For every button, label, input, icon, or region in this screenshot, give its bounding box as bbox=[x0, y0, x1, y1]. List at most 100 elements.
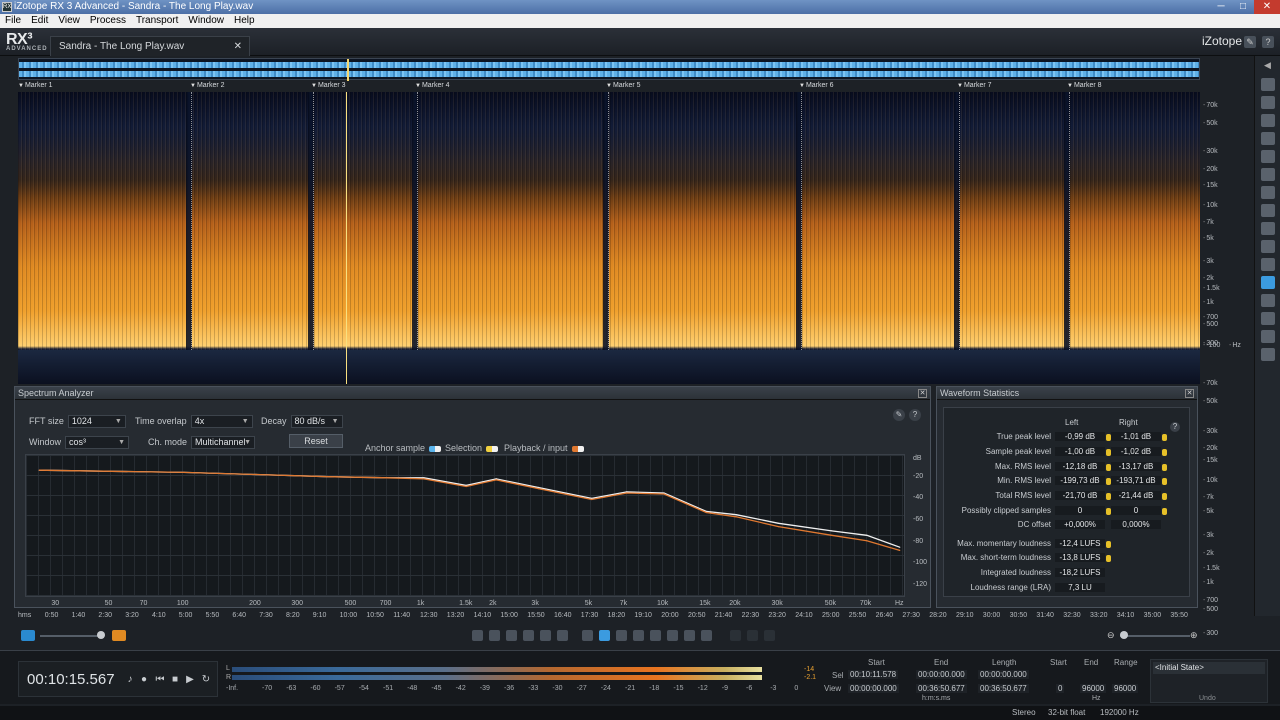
freq-range-value[interactable]: 96000 bbox=[1112, 684, 1139, 693]
waveform-statistics-close-icon[interactable]: ✕ bbox=[1185, 389, 1194, 398]
headphones-icon[interactable] bbox=[1260, 240, 1275, 253]
overview-playhead[interactable] bbox=[347, 59, 349, 81]
zoom-in-icon[interactable] bbox=[472, 630, 483, 641]
statistics-icon[interactable] bbox=[1260, 294, 1275, 307]
horizontal-zoom-handle[interactable] bbox=[1120, 631, 1128, 639]
flag-icon[interactable] bbox=[1162, 493, 1167, 500]
zoom-time-icon[interactable] bbox=[523, 630, 534, 641]
time-select-icon[interactable] bbox=[582, 630, 593, 641]
time-frequency-select-icon[interactable] bbox=[599, 630, 610, 641]
spectrum-analyzer-icon[interactable] bbox=[1260, 276, 1275, 289]
marker-8[interactable]: Marker 8 bbox=[1067, 82, 1102, 89]
lasso-icon[interactable] bbox=[633, 630, 644, 641]
marker-5[interactable]: Marker 5 bbox=[606, 82, 641, 89]
layout-icon[interactable] bbox=[1260, 312, 1275, 325]
magic-wand-icon[interactable] bbox=[667, 630, 678, 641]
play-button[interactable]: ▶ bbox=[185, 675, 195, 685]
freq-end-value[interactable]: 96000 bbox=[1080, 684, 1107, 693]
menu-help[interactable]: Help bbox=[229, 14, 260, 28]
flag-icon[interactable] bbox=[1162, 464, 1167, 471]
settings-wrench-icon[interactable]: ✎ bbox=[1244, 36, 1256, 48]
collapse-arrow-icon[interactable]: ◀ bbox=[1261, 60, 1275, 73]
flag-icon[interactable] bbox=[1106, 541, 1111, 548]
reset-button[interactable]: Reset bbox=[289, 434, 343, 448]
file-tab[interactable]: Sandra - The Long Play.wav ✕ bbox=[50, 36, 250, 56]
waveform-overview[interactable] bbox=[18, 58, 1200, 81]
help-icon[interactable]: ? bbox=[909, 409, 921, 421]
menu-window[interactable]: Window bbox=[183, 14, 229, 28]
go-to-start-button[interactable]: ⏮ bbox=[155, 675, 165, 685]
time-overlap-select[interactable]: 4x ▼ bbox=[190, 415, 253, 428]
microphone-icon[interactable]: ♪ bbox=[125, 675, 135, 685]
zoom-out-magnifier-icon[interactable]: ⊖ bbox=[1107, 630, 1117, 640]
undo-initial-state[interactable]: <Initial State> bbox=[1153, 662, 1265, 674]
zoom-out-icon[interactable] bbox=[489, 630, 500, 641]
spectral-repair-icon[interactable] bbox=[1260, 204, 1275, 217]
frequency-select-icon[interactable] bbox=[616, 630, 627, 641]
menu-transport[interactable]: Transport bbox=[131, 14, 183, 28]
blend-slider-handle[interactable] bbox=[97, 631, 105, 639]
loop-button[interactable]: ↻ bbox=[201, 675, 211, 685]
record-button[interactable]: ● bbox=[139, 675, 149, 685]
settings-wrench-icon[interactable]: ✎ bbox=[893, 409, 905, 421]
flag-icon[interactable] bbox=[1162, 508, 1167, 515]
menu-edit[interactable]: Edit bbox=[26, 14, 53, 28]
marker-1[interactable]: Marker 1 bbox=[18, 82, 53, 89]
decay-select[interactable]: 80 dB/s ▼ bbox=[290, 415, 343, 428]
plugin-icon[interactable] bbox=[1260, 258, 1275, 271]
cleanup-tool-icon[interactable] bbox=[1260, 78, 1275, 91]
settings-icon[interactable] bbox=[1260, 348, 1275, 361]
help-icon[interactable]: ? bbox=[1170, 422, 1180, 432]
zoom-selection-icon[interactable] bbox=[506, 630, 517, 641]
eq-tool-icon[interactable] bbox=[1260, 168, 1275, 181]
view-start-value[interactable]: 00:00:00.000 bbox=[848, 684, 899, 693]
flag-icon[interactable] bbox=[1106, 555, 1111, 562]
declip-tool-icon[interactable] bbox=[1260, 132, 1275, 145]
minimize-button[interactable]: ─ bbox=[1210, 0, 1232, 14]
marker-7[interactable]: Marker 7 bbox=[957, 82, 992, 89]
window-select[interactable]: cos³ ▼ bbox=[65, 436, 130, 449]
batch-icon[interactable] bbox=[1260, 330, 1275, 343]
denoise-tool-icon[interactable] bbox=[1260, 96, 1275, 109]
zoom-fit-icon[interactable] bbox=[557, 630, 568, 641]
sel-end-value[interactable]: 00:00:00.000 bbox=[916, 670, 967, 679]
flag-icon[interactable] bbox=[1162, 434, 1167, 441]
zoom-in-magnifier-icon[interactable]: ⊕ bbox=[1190, 630, 1200, 640]
view-end-value[interactable]: 00:36:50.677 bbox=[916, 684, 967, 693]
help-icon[interactable]: ? bbox=[1262, 36, 1274, 48]
mixing-tool-icon[interactable] bbox=[1260, 222, 1275, 235]
playback-cursor[interactable] bbox=[346, 92, 347, 384]
maximize-button[interactable]: □ bbox=[1232, 0, 1254, 14]
hum-tool-icon[interactable] bbox=[1260, 150, 1275, 163]
menu-file[interactable]: File bbox=[0, 14, 26, 28]
zoom-tool-icon[interactable] bbox=[684, 630, 695, 641]
marker-2[interactable]: Marker 2 bbox=[190, 82, 225, 89]
spectrum-plot[interactable] bbox=[25, 454, 905, 597]
fft-size-select[interactable]: 1024 ▼ bbox=[67, 415, 126, 428]
declick-tool-icon[interactable] bbox=[1260, 114, 1275, 127]
stop-button[interactable]: ■ bbox=[170, 675, 180, 685]
marker-3[interactable]: Marker 3 bbox=[311, 82, 346, 89]
channel-mode-select[interactable]: Multichannel ▼ bbox=[191, 436, 256, 449]
flag-icon[interactable] bbox=[1162, 478, 1167, 485]
file-tab-close-icon[interactable]: ✕ bbox=[234, 37, 242, 57]
gain-tool-icon[interactable] bbox=[1260, 186, 1275, 199]
brush-icon[interactable] bbox=[650, 630, 661, 641]
flag-icon[interactable] bbox=[1162, 449, 1167, 456]
view-length-value[interactable]: 00:36:50.677 bbox=[978, 684, 1029, 693]
waveform-view-icon[interactable] bbox=[21, 630, 35, 641]
hand-tool-icon[interactable] bbox=[701, 630, 712, 641]
menu-view[interactable]: View bbox=[53, 14, 85, 28]
marker-6[interactable]: Marker 6 bbox=[799, 82, 834, 89]
sel-length-value[interactable]: 00:00:00.000 bbox=[978, 670, 1029, 679]
marker-4[interactable]: Marker 4 bbox=[415, 82, 450, 89]
freq-start-value[interactable]: 0 bbox=[1056, 684, 1065, 693]
horizontal-zoom-slider[interactable] bbox=[1120, 635, 1190, 637]
close-button[interactable]: ✕ bbox=[1254, 0, 1280, 14]
zoom-frequency-icon[interactable] bbox=[540, 630, 551, 641]
waveform-spectrogram-blend-slider[interactable] bbox=[40, 635, 102, 637]
spectrogram-view[interactable] bbox=[18, 92, 1200, 384]
spectrogram-view-icon[interactable] bbox=[112, 630, 126, 641]
menu-process[interactable]: Process bbox=[85, 14, 131, 28]
sel-start-value[interactable]: 00:10:11.578 bbox=[848, 670, 899, 679]
